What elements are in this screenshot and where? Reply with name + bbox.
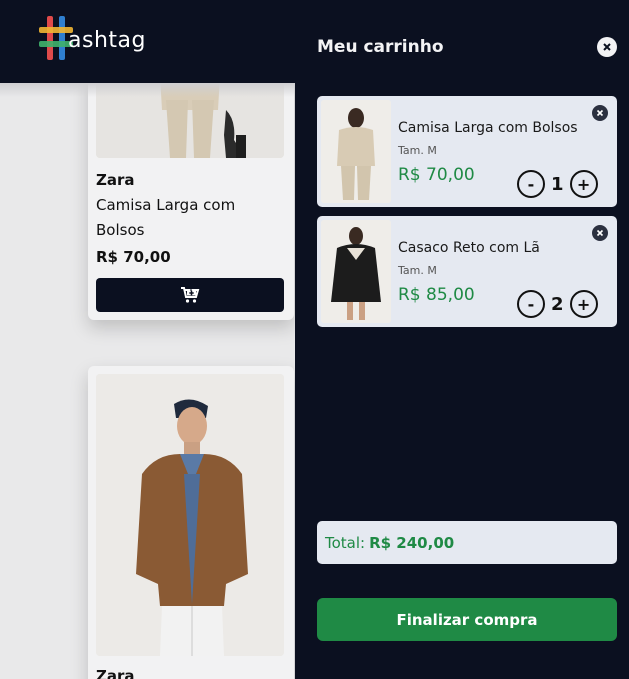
quantity-value: 2 — [551, 293, 564, 315]
quantity-stepper: - 1 + — [517, 170, 598, 198]
remove-item-button[interactable] — [592, 105, 608, 121]
logo[interactable]: ashtag — [38, 14, 158, 64]
cart-item-size: Tam. M — [398, 144, 437, 157]
quantity-value: 1 — [551, 173, 564, 195]
increase-quantity-button[interactable]: + — [569, 170, 598, 198]
remove-item-button[interactable] — [592, 225, 608, 241]
increase-quantity-button[interactable]: + — [569, 290, 598, 318]
checkout-button[interactable]: Finalizar compra — [317, 598, 617, 641]
cart-item-price: R$ 70,00 — [398, 165, 475, 185]
cart-title: Meu carrinho — [317, 37, 444, 57]
total-value: R$ 240,00 — [369, 533, 455, 552]
product-image — [96, 374, 284, 656]
product-name: Camisa Larga com Bolsos — [96, 196, 236, 239]
cart-total: Total: R$ 240,00 — [317, 521, 617, 564]
total-label: Total: — [325, 533, 366, 552]
cart-item-image — [321, 220, 391, 323]
cart-drawer: Meu carrinho Camisa Larga com Bolsos Tam… — [295, 0, 629, 679]
cart-item-name: Camisa Larga com Bolsos — [398, 120, 578, 136]
product-card: Zara — [88, 366, 294, 679]
cart-item-size: Tam. M — [398, 264, 437, 277]
cart-item-name: Casaco Reto com Lã — [398, 240, 540, 256]
product-brand: Zara — [96, 667, 135, 679]
decrease-quantity-button[interactable]: - — [517, 170, 545, 198]
logo-text: ashtag — [68, 28, 146, 53]
product-price: R$ 70,00 — [96, 248, 171, 266]
product-list: ashtag Zara Camisa Larga com Bolsos R$ 7… — [0, 0, 295, 679]
decrease-quantity-button[interactable]: - — [517, 290, 545, 318]
cart-item: Casaco Reto com Lã Tam. M R$ 85,00 - 2 + — [317, 216, 617, 327]
cart-plus-icon — [181, 287, 200, 303]
close-icon — [596, 229, 604, 237]
navbar-shadow — [0, 83, 295, 97]
product-brand: Zara — [96, 171, 135, 189]
navbar: ashtag — [0, 0, 295, 83]
close-cart-button[interactable] — [597, 37, 617, 57]
cart-item-image — [321, 100, 391, 203]
close-icon — [596, 109, 604, 117]
close-icon — [603, 43, 611, 51]
cart-item-price: R$ 85,00 — [398, 285, 475, 305]
cart-item: Camisa Larga com Bolsos Tam. M R$ 70,00 … — [317, 96, 617, 207]
quantity-stepper: - 2 + — [517, 290, 598, 318]
add-to-cart-button[interactable] — [96, 278, 284, 312]
